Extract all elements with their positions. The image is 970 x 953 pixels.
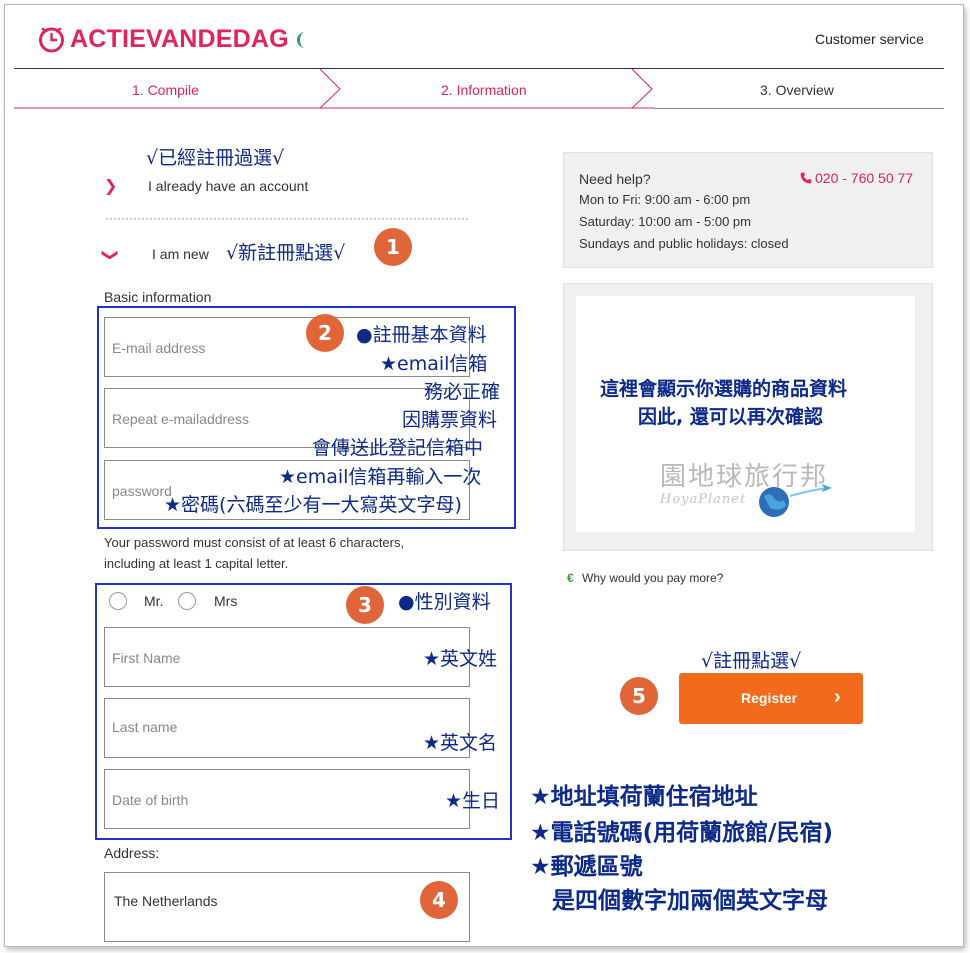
phone-icon: [800, 172, 812, 184]
first-name-placeholder: First Name: [112, 650, 181, 666]
annot-gender: ●性別資料: [398, 591, 491, 613]
logo-tail-mark: [296, 31, 306, 48]
chevron-right-icon[interactable]: ❯: [104, 176, 117, 196]
radio-mr-label: Mr.: [144, 593, 164, 609]
basic-info-heading: Basic information: [104, 289, 212, 305]
chevron-right-icon: ›: [834, 686, 841, 708]
password-hint-2: including at least 1 capital letter.: [104, 556, 289, 571]
first-name-field[interactable]: First Name: [104, 627, 470, 687]
help-phone[interactable]: 020 - 760 50 77: [800, 170, 913, 186]
steps-bottom-line: [654, 108, 944, 109]
annot-address-3: ★郵遞區號: [530, 854, 643, 880]
step-badge-5: 5: [620, 677, 658, 715]
step-overview[interactable]: 3. Overview: [760, 82, 834, 98]
step-badge-3: 3: [346, 586, 384, 624]
step-badge-4: 4: [420, 881, 458, 919]
annot-address-1: ★地址填荷蘭住宿地址: [530, 784, 758, 810]
step-badge-2: 2: [306, 314, 344, 352]
annot-basic-2: ★email信箱: [380, 353, 488, 375]
radio-mr[interactable]: [109, 592, 127, 610]
product-summary-content: 這裡會顯示你選購的商品資料 因此, 還可以再次確認 園地球旅行邦 HoyaPla…: [576, 296, 915, 532]
country-value: The Netherlands: [114, 893, 218, 909]
step-information[interactable]: 2. Information: [441, 82, 527, 98]
chevron-down-icon[interactable]: ❯: [101, 248, 121, 261]
clock-icon: [39, 27, 64, 53]
date-of-birth-placeholder: Date of birth: [112, 792, 189, 808]
step-badge-1: 1: [374, 228, 412, 266]
help-saturday: Saturday: 10:00 am - 5:00 pm: [579, 214, 751, 229]
annot-new: √新註冊點選√: [226, 242, 346, 264]
annot-basic-4: 因購票資料: [402, 409, 498, 431]
annot-basic-5: 會傳送此登記信箱中: [312, 437, 484, 459]
help-phone-number: 020 - 760 50 77: [815, 170, 914, 186]
help-weekday: Mon to Fri: 9:00 am - 6:00 pm: [579, 192, 751, 207]
annot-existing: √已經註冊過選√: [146, 147, 285, 169]
annot-address-2: ★電話號碼(用荷蘭旅館/民宿): [530, 820, 834, 846]
annot-basic-7: ★密碼(六碼至少有一大寫英文字母): [164, 494, 462, 516]
register-button[interactable]: Register ›: [679, 673, 863, 724]
annot-last-name: ★英文名: [423, 732, 498, 754]
annot-address-4: 是四個數字加兩個英文字母: [552, 888, 828, 914]
globe-plane-icon: [759, 484, 832, 517]
annot-first-name: ★英文姓: [423, 648, 498, 670]
date-of-birth-field[interactable]: Date of birth: [104, 769, 470, 829]
logo[interactable]: ACTIEVANDEDAG: [38, 25, 306, 54]
annot-basic-1: ●註冊基本資料: [356, 324, 487, 346]
existing-account-label[interactable]: I already have an account: [148, 178, 308, 194]
euro-icon: €: [567, 571, 574, 585]
last-name-placeholder: Last name: [112, 719, 178, 735]
annot-basic-6: ★email信箱再輸入一次: [279, 466, 482, 488]
annot-register: √註冊點選√: [701, 650, 802, 672]
address-heading: Address:: [104, 845, 160, 861]
country-field[interactable]: The Netherlands: [104, 872, 470, 942]
radio-mrs[interactable]: [178, 592, 196, 610]
step-compile[interactable]: 1. Compile: [132, 82, 199, 98]
customer-service-link[interactable]: Customer service: [815, 31, 924, 47]
product-summary-box: 這裡會顯示你選購的商品資料 因此, 還可以再次確認 園地球旅行邦 HoyaPla…: [563, 283, 933, 551]
annot-basic-3: 務必正確: [424, 381, 501, 403]
section-divider: [106, 218, 468, 220]
new-account-label[interactable]: I am new: [152, 246, 209, 262]
product-note-1: 這裡會顯示你選購的商品資料: [600, 378, 848, 400]
password-hint-1: Your password must consist of at least 6…: [104, 535, 405, 550]
help-title: Need help?: [579, 171, 651, 187]
logo-text: ACTIEVANDEDAG: [70, 25, 289, 53]
register-label: Register: [741, 690, 798, 706]
last-name-field[interactable]: Last name: [104, 698, 470, 758]
checkout-steps: 1. Compile 2. Information 3. Overview: [14, 69, 944, 109]
help-box: Need help? 020 - 760 50 77 Mon to Fri: 9…: [563, 152, 933, 268]
annot-dob: ★生日: [445, 790, 501, 812]
why-pay-more-link[interactable]: Why would you pay more?: [582, 571, 723, 585]
watermark-text-en: HoyaPlanet: [660, 492, 747, 507]
help-sunday: Sundays and public holidays: closed: [579, 236, 789, 251]
product-note-2: 因此, 還可以再次確認: [638, 406, 823, 428]
radio-mrs-label: Mrs: [214, 593, 238, 609]
